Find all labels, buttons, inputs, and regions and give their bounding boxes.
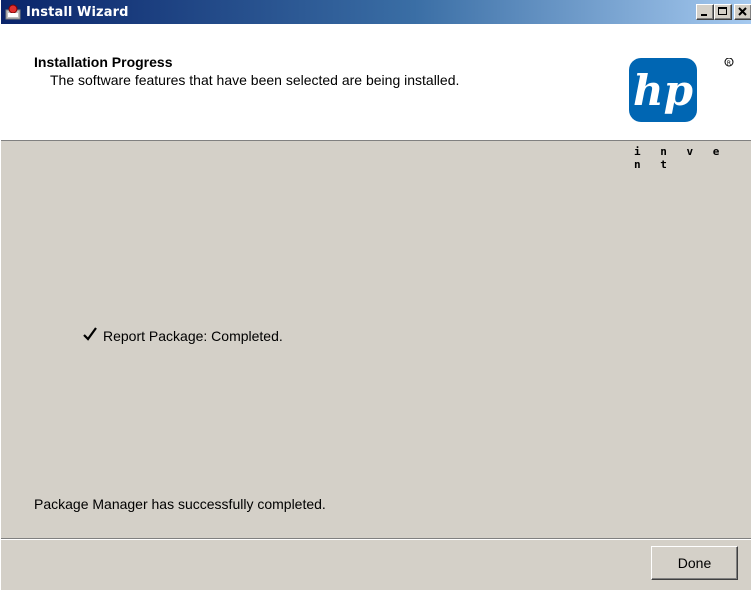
install-wizard-window: Install Wizard Installation Progress The… (0, 0, 751, 590)
progress-item: Report Package: Completed. (83, 327, 283, 344)
page-title: Installation Progress (34, 54, 173, 70)
done-button[interactable]: Done (651, 546, 738, 580)
close-icon[interactable] (734, 4, 751, 20)
window-title: Install Wizard (26, 4, 129, 20)
progress-item-label: Report Package: Completed. (103, 327, 283, 344)
footer-divider (1, 538, 751, 540)
maximize-icon[interactable] (714, 4, 732, 20)
svg-text:hp: hp (633, 66, 693, 115)
title-bar[interactable]: Install Wizard (1, 0, 751, 24)
hp-logo: hp R (629, 58, 734, 122)
completion-message: Package Manager has successfully complet… (34, 496, 326, 512)
wizard-header: Installation Progress The software featu… (1, 24, 751, 171)
svg-text:R: R (727, 60, 731, 67)
install-wizard-icon (4, 3, 22, 21)
hp-tagline: i n v e n t (634, 145, 726, 171)
page-subtitle: The software features that have been sel… (50, 72, 460, 88)
minimize-icon[interactable] (696, 4, 714, 20)
checkmark-icon (83, 327, 97, 344)
window-controls (696, 4, 751, 20)
